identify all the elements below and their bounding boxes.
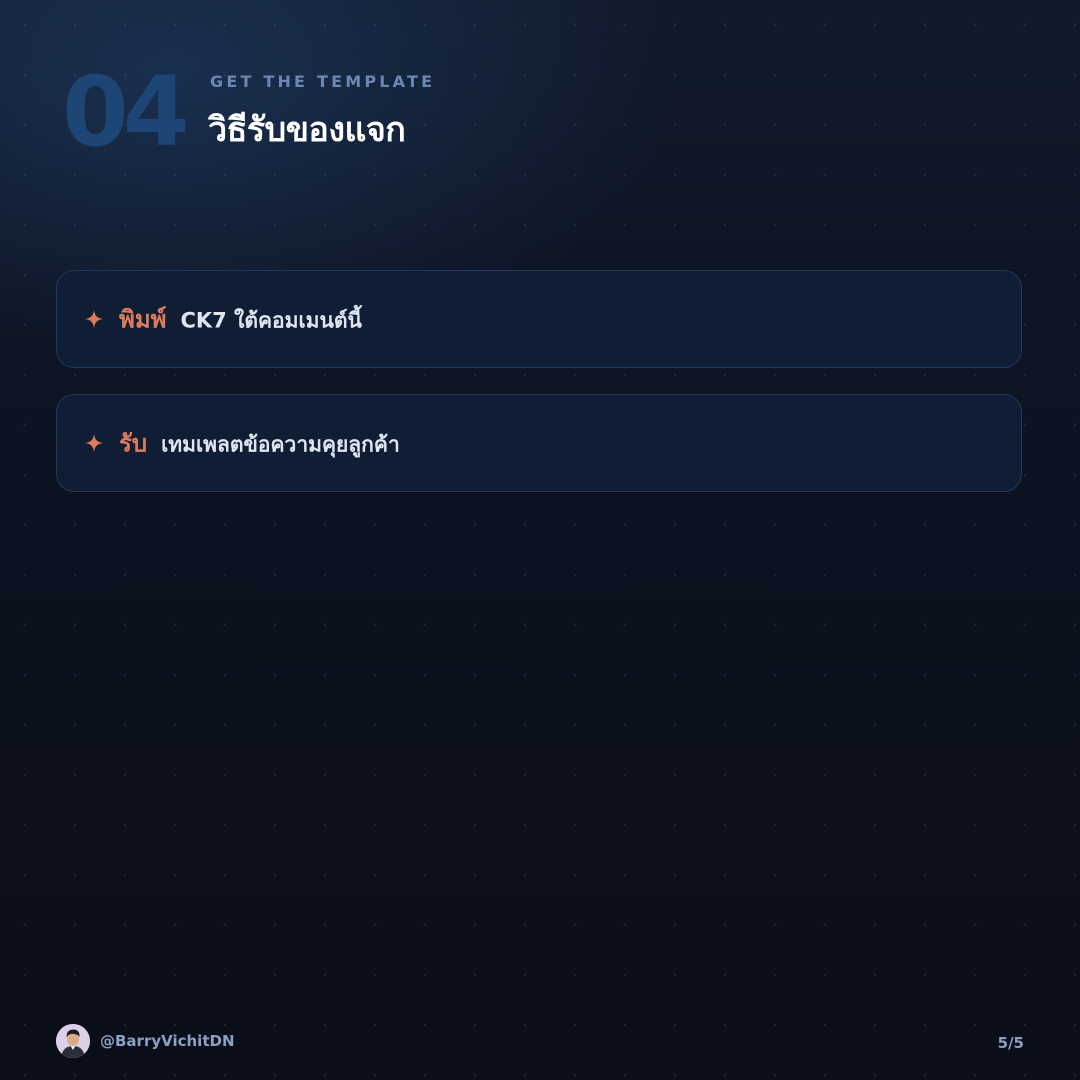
- page-title: วิธีรับของแจก: [208, 110, 406, 150]
- step-text: พิมพ์ CK7 ใต้คอมเมนต์นี้: [119, 300, 362, 339]
- step-keyword: พิมพ์: [119, 305, 167, 334]
- avatar-portrait-icon: [56, 1024, 90, 1058]
- step-text: รับ เทมเพลตข้อความคุยลูกค้า: [119, 424, 400, 463]
- sparkle-icon: [84, 309, 104, 329]
- step-description: CK7 ใต้คอมเมนต์นี้: [180, 308, 362, 333]
- author-handle[interactable]: @BarryVichitDN: [100, 1032, 235, 1050]
- sparkle-icon: [84, 433, 104, 453]
- page-counter: 5/5: [997, 1034, 1024, 1052]
- section-eyebrow: GET THE TEMPLATE: [210, 72, 436, 91]
- avatar: [56, 1024, 90, 1058]
- step-keyword: รับ: [119, 429, 148, 458]
- slide-canvas: 04 GET THE TEMPLATE วิธีรับของแจก พิมพ์ C…: [0, 0, 1080, 1080]
- step-card-2: รับ เทมเพลตข้อความคุยลูกค้า: [56, 394, 1022, 492]
- step-description: เทมเพลตข้อความคุยลูกค้า: [161, 432, 400, 457]
- step-card-1: พิมพ์ CK7 ใต้คอมเมนต์นี้: [56, 270, 1022, 368]
- section-number: 04: [62, 56, 190, 168]
